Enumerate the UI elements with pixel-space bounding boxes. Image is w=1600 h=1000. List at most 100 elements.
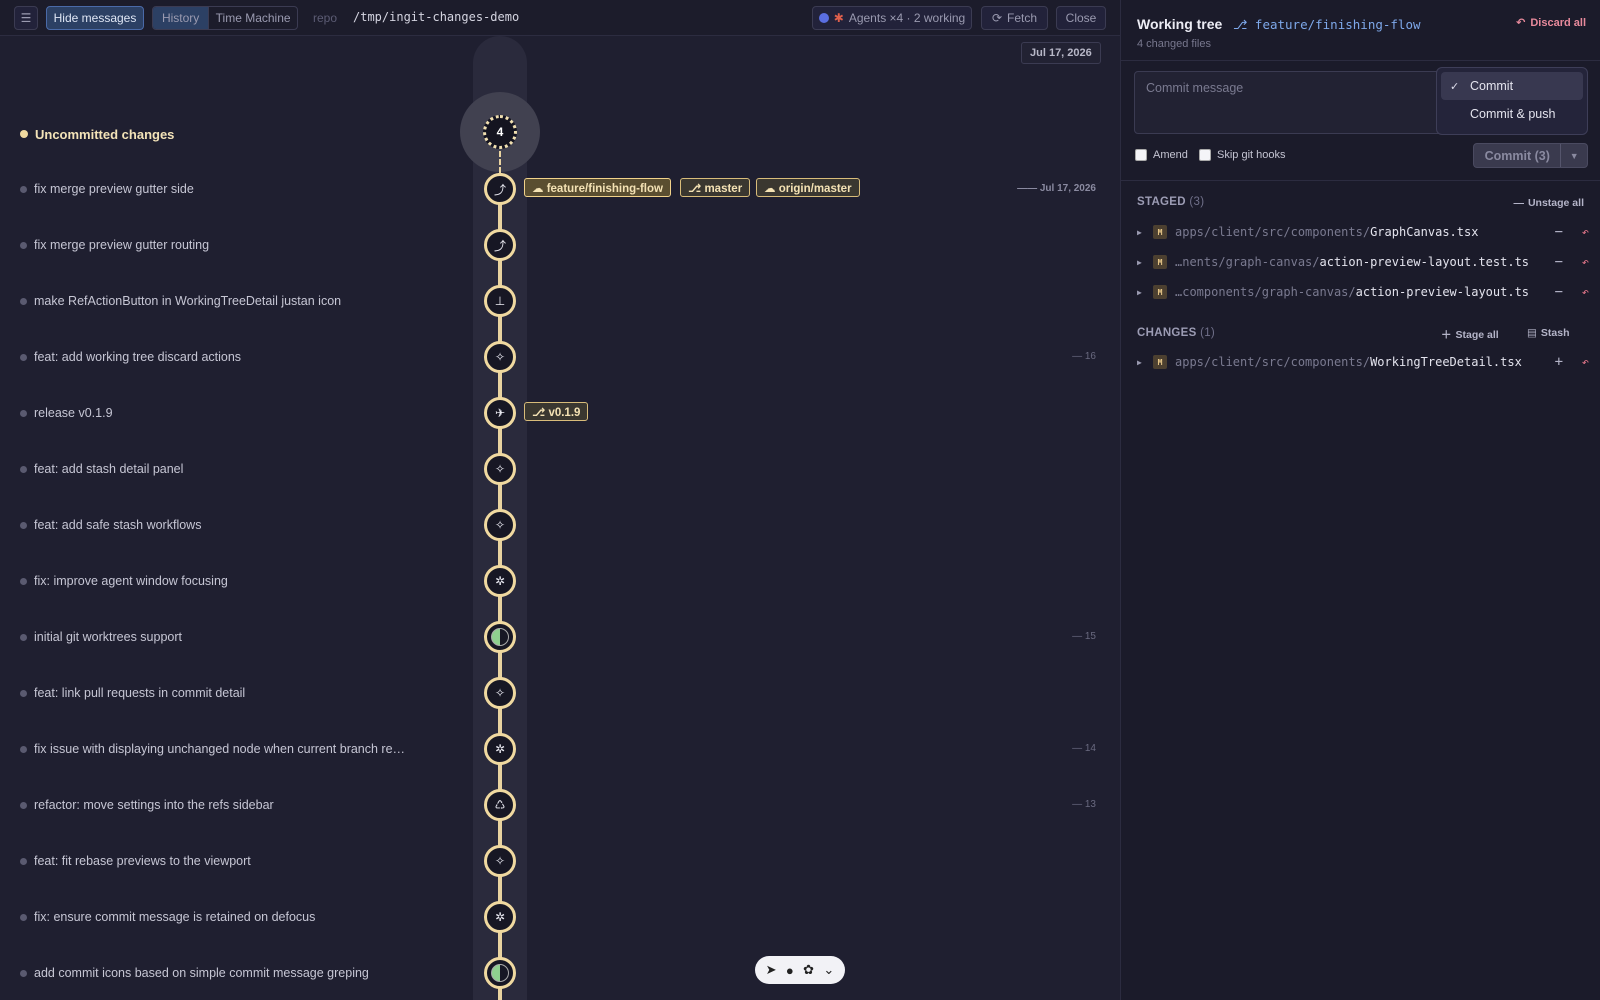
unstage-icon[interactable]: − xyxy=(1555,224,1563,240)
dropdown-item-commit-push[interactable]: Commit & push xyxy=(1441,100,1583,128)
checkbox-box[interactable] xyxy=(1135,149,1147,161)
file-row[interactable]: ▶ Mapps/client/src/components/GraphCanvas… xyxy=(1137,223,1589,241)
commit-button-label[interactable]: Commit (3) xyxy=(1474,144,1560,167)
file-row[interactable]: ▶ M …components/graph-canvas/action-previe… xyxy=(1137,283,1589,301)
discard-all-button[interactable]: ↶ Discard all xyxy=(1516,16,1586,30)
commit-row[interactable]: fix: ensure commit message is retained o… xyxy=(20,908,315,926)
commit-node[interactable]: ⤴ xyxy=(484,229,516,261)
commit-row[interactable]: fix issue with displaying unchanged node… xyxy=(20,740,405,758)
commit-node[interactable]: ✲ xyxy=(484,565,516,597)
fetch-button[interactable]: ⟳ Fetch xyxy=(981,6,1048,30)
discard-icon[interactable]: ↶ xyxy=(1582,355,1589,369)
merge-icon: ⤴ xyxy=(493,238,506,253)
unstage-all-button[interactable]: — Unstage all xyxy=(1513,197,1584,209)
hide-messages-button[interactable]: Hide messages xyxy=(46,6,144,30)
commit-node[interactable]: ⊥ xyxy=(484,285,516,317)
caret-down-icon[interactable]: ▼ xyxy=(1560,144,1587,167)
archive-icon: ▤ xyxy=(1527,327,1537,339)
commit-message: feat: add safe stash workflows xyxy=(34,518,202,532)
commit-message: feat: add working tree discard actions xyxy=(34,350,242,364)
commit-row[interactable]: make RefActionButton in WorkingTreeDetai… xyxy=(20,292,341,310)
commit-row[interactable]: fix: improve agent window focusing xyxy=(20,572,228,590)
commit-dot xyxy=(20,857,27,865)
file-row[interactable]: ▶ M …nents/graph-canvas/action-preview-lay… xyxy=(1137,253,1589,271)
ref-tag-v019[interactable]: ⎇ v0.1.9 xyxy=(524,402,589,421)
chat-icon[interactable]: ● xyxy=(786,963,794,978)
expand-icon[interactable]: ▶ xyxy=(1137,258,1147,267)
checkbox-box[interactable] xyxy=(1199,149,1211,161)
dropdown-item-commit[interactable]: ✓ Commit xyxy=(1441,72,1583,100)
expand-icon[interactable]: ▶ xyxy=(1137,228,1147,237)
commit-message: initial git worktrees support xyxy=(34,630,182,644)
top-bar: ☰ Hide messages History Time Machine rep… xyxy=(0,0,1120,36)
file-row[interactable]: ▶ Mapps/client/src/components/WorkingTree… xyxy=(1137,353,1589,371)
expand-icon[interactable]: ▶ xyxy=(1137,358,1147,367)
amend-checkbox[interactable]: Amend xyxy=(1135,149,1188,161)
file-name: action-preview-layout.ts xyxy=(1355,285,1530,299)
commit-node[interactable]: ✧ xyxy=(484,509,516,541)
uncommitted-node[interactable]: 4 xyxy=(483,115,517,149)
side-date: — 15 xyxy=(1072,631,1096,642)
tab-history[interactable]: History xyxy=(153,7,209,29)
tab-time-machine[interactable]: Time Machine xyxy=(208,7,297,29)
close-button[interactable]: Close xyxy=(1056,6,1106,30)
commit-message: fix: ensure commit message is retained o… xyxy=(34,910,316,924)
agents-button[interactable]: ✱ Agents ×4 · 2 working xyxy=(812,6,972,30)
commit-row[interactable]: refactor: move settings into the refs si… xyxy=(20,796,274,814)
commit-row[interactable]: feat: fit rebase previews to the viewpor… xyxy=(20,852,251,870)
unstage-icon[interactable]: − xyxy=(1555,284,1563,300)
ref-master[interactable]: ⎇ master xyxy=(680,178,751,197)
ref-origin-master[interactable]: ☁ origin/master xyxy=(756,178,860,197)
commit-node[interactable]: ✧ xyxy=(484,845,516,877)
commit-row[interactable]: initial git worktrees support xyxy=(20,628,182,646)
commit-node[interactable]: ✲ xyxy=(484,733,516,765)
panel-branch: ⎇ feature/finishing-flow xyxy=(1233,17,1421,32)
commit-row[interactable]: add commit icons based on simple commit … xyxy=(20,964,369,982)
skip-hooks-checkbox[interactable]: Skip git hooks xyxy=(1199,149,1285,161)
file-dir: apps/client/src/components/ xyxy=(1175,355,1371,369)
commit-row[interactable]: feat: link pull requests in commit detai… xyxy=(20,684,245,702)
commit-row[interactable]: release v0.1.9 xyxy=(20,404,113,422)
commit-message: fix merge preview gutter side xyxy=(34,182,194,196)
commit-row[interactable]: fix merge preview gutter routing xyxy=(20,236,209,254)
unstage-icon[interactable]: − xyxy=(1555,254,1563,270)
commit-node[interactable]: ✧ xyxy=(484,341,516,373)
side-date: — 16 xyxy=(1072,351,1096,362)
commit-message: feat: fit rebase previews to the viewpor… xyxy=(34,854,251,868)
commit-node[interactable]: ✧ xyxy=(484,453,516,485)
discard-icon[interactable]: ↶ xyxy=(1582,285,1589,299)
commit-node[interactable]: ⤴ xyxy=(484,173,516,205)
commit-node[interactable] xyxy=(484,957,516,989)
commit-node[interactable] xyxy=(484,621,516,653)
commit-row[interactable]: feat: add stash detail panel xyxy=(20,460,183,478)
commit-row[interactable]: feat: add safe stash workflows xyxy=(20,516,201,534)
commit-node[interactable]: ♺ xyxy=(484,789,516,821)
expand-icon[interactable]: ▶ xyxy=(1137,288,1147,297)
commit-node[interactable]: ✲ xyxy=(484,901,516,933)
commit-node[interactable]: ✧ xyxy=(484,677,516,709)
sparkle-icon: ✧ xyxy=(494,686,506,700)
commit-dot xyxy=(20,913,27,921)
uncommitted-row[interactable]: Uncommitted changes xyxy=(20,125,174,143)
discard-icon[interactable]: ↶ xyxy=(1582,225,1589,239)
file-name: WorkingTreeDetail.tsx xyxy=(1370,355,1522,369)
commit-row[interactable]: fix merge preview gutter side xyxy=(20,180,194,198)
side-date: —— Jul 17, 2026 xyxy=(1017,183,1096,194)
commit-message: fix: improve agent window focusing xyxy=(34,574,228,588)
send-icon[interactable]: ➤ xyxy=(766,962,777,978)
file-name: action-preview-layout.test.ts xyxy=(1319,255,1530,269)
stage-icon[interactable]: + xyxy=(1555,354,1563,370)
discard-icon[interactable]: ↶ xyxy=(1582,255,1589,269)
commit-row[interactable]: feat: add working tree discard actions xyxy=(20,348,241,366)
stage-all-button[interactable]: ＋ Stage all xyxy=(1441,327,1499,342)
asterisk-icon: ✱ xyxy=(833,11,844,25)
side-date: — 13 xyxy=(1072,799,1096,810)
palette-icon[interactable]: ✿ xyxy=(803,962,814,978)
commit-button[interactable]: Commit (3) ▼ xyxy=(1473,143,1588,168)
commit-dot xyxy=(20,409,27,417)
chevron-down-icon[interactable]: ⌄ xyxy=(823,962,834,978)
commit-node[interactable]: ✈ xyxy=(484,397,516,429)
ref-feature-branch[interactable]: ☁ feature/finishing-flow xyxy=(524,178,671,197)
stash-button[interactable]: ▤ Stash xyxy=(1527,327,1570,339)
menu-button[interactable]: ☰ xyxy=(14,6,38,30)
